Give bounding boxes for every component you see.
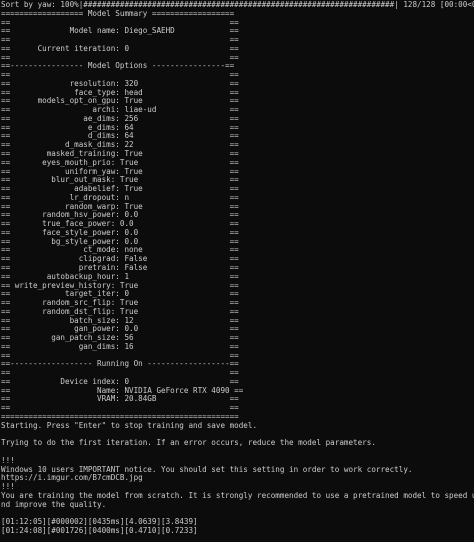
- terminal-line: nd improve the quality.: [1, 499, 107, 509]
- terminal-output: Sort by yaw: 100%|######################…: [0, 0, 474, 542]
- terminal-line: Trying to do the first iteration. If an …: [1, 438, 376, 448]
- terminal-line: https://i.imgur.com/B7cmDCB.jpg: [1, 473, 143, 483]
- terminal-line: Starting. Press "Enter" to stop training…: [1, 420, 258, 430]
- terminal-line: [01:24:08][#001726][0400ms][0.4710][0.72…: [1, 525, 198, 535]
